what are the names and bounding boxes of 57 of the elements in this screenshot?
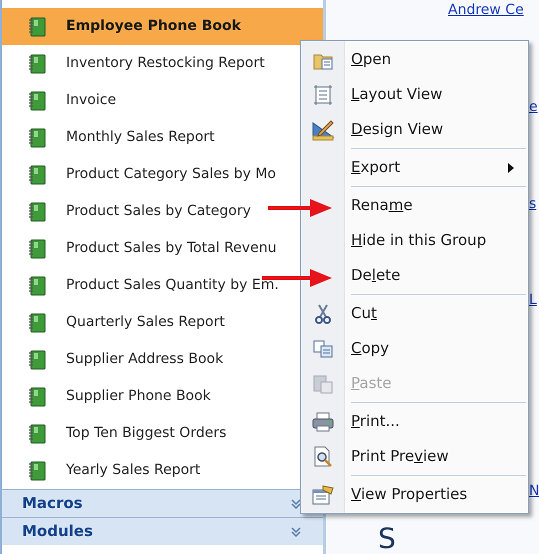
menu-item[interactable]: View Properties (345, 477, 528, 512)
printer-icon (312, 412, 334, 432)
pointer-arrow (268, 199, 332, 217)
menu-item[interactable]: Print... (345, 404, 528, 439)
scissors-icon (314, 302, 332, 324)
report-icon (28, 90, 46, 110)
link[interactable]: s (529, 194, 536, 215)
report-item[interactable]: Yearly Sales Report (2, 452, 323, 489)
report-icon (28, 386, 46, 406)
report-icon (28, 460, 46, 480)
report-item[interactable]: Product Sales Quantity by Em. (2, 267, 323, 304)
group-header[interactable]: Modules (2, 517, 323, 545)
expand-icon (291, 526, 301, 536)
report-item[interactable]: Supplier Phone Book (2, 378, 323, 415)
report-item[interactable]: Product Category Sales by Mo (2, 156, 323, 193)
report-icon (28, 312, 46, 332)
copy-icon (312, 338, 334, 358)
heading: S (378, 524, 396, 554)
report-item[interactable]: Employee Phone Book (2, 8, 323, 45)
expand-icon (291, 498, 301, 508)
menu-item[interactable]: Open (345, 42, 528, 77)
report-item[interactable]: Supplier Address Book (2, 341, 323, 378)
paste-icon (312, 372, 334, 394)
report-icon (28, 350, 46, 370)
report-icon (28, 164, 46, 184)
group-header[interactable]: Macros (2, 489, 323, 517)
design-icon (311, 118, 335, 140)
report-item[interactable]: Inventory Restocking Report (2, 45, 323, 82)
report-item[interactable]: Monthly Sales Report (2, 119, 323, 156)
report-icon (28, 128, 46, 148)
report-item[interactable]: Product Sales by Category (2, 193, 323, 230)
report-item[interactable]: Product Sales by Total Revenu (2, 230, 323, 267)
report-icon (28, 202, 46, 222)
link[interactable]: N (529, 481, 539, 502)
menu-item[interactable]: Rename (345, 188, 528, 223)
properties-icon (311, 484, 335, 506)
menu-item[interactable]: Design View (345, 112, 528, 147)
menu-item[interactable]: Export (345, 150, 528, 185)
menu-item[interactable]: Cut (345, 296, 528, 331)
layout-icon (313, 84, 333, 106)
report-item[interactable]: Invoice (2, 82, 323, 119)
link[interactable]: L (529, 290, 537, 311)
menu-item[interactable]: Delete (345, 258, 528, 293)
menu-item[interactable]: Hide in this Group (345, 223, 528, 258)
print-preview-icon (312, 446, 334, 468)
report-icon (28, 424, 46, 444)
report-item[interactable]: Quarterly Sales Report (2, 304, 323, 341)
link[interactable]: Andrew Ce (448, 0, 524, 21)
menu-item[interactable]: Layout View (345, 77, 528, 112)
link[interactable]: e (529, 97, 538, 118)
report-icon (28, 54, 46, 74)
report-icon (28, 276, 46, 296)
menu-item[interactable]: Print Preview (345, 439, 528, 474)
report-item[interactable]: Top Ten Biggest Orders (2, 415, 323, 452)
menu-item[interactable]: Copy (345, 331, 528, 366)
report-icon (28, 238, 46, 258)
report-icon (28, 16, 46, 36)
